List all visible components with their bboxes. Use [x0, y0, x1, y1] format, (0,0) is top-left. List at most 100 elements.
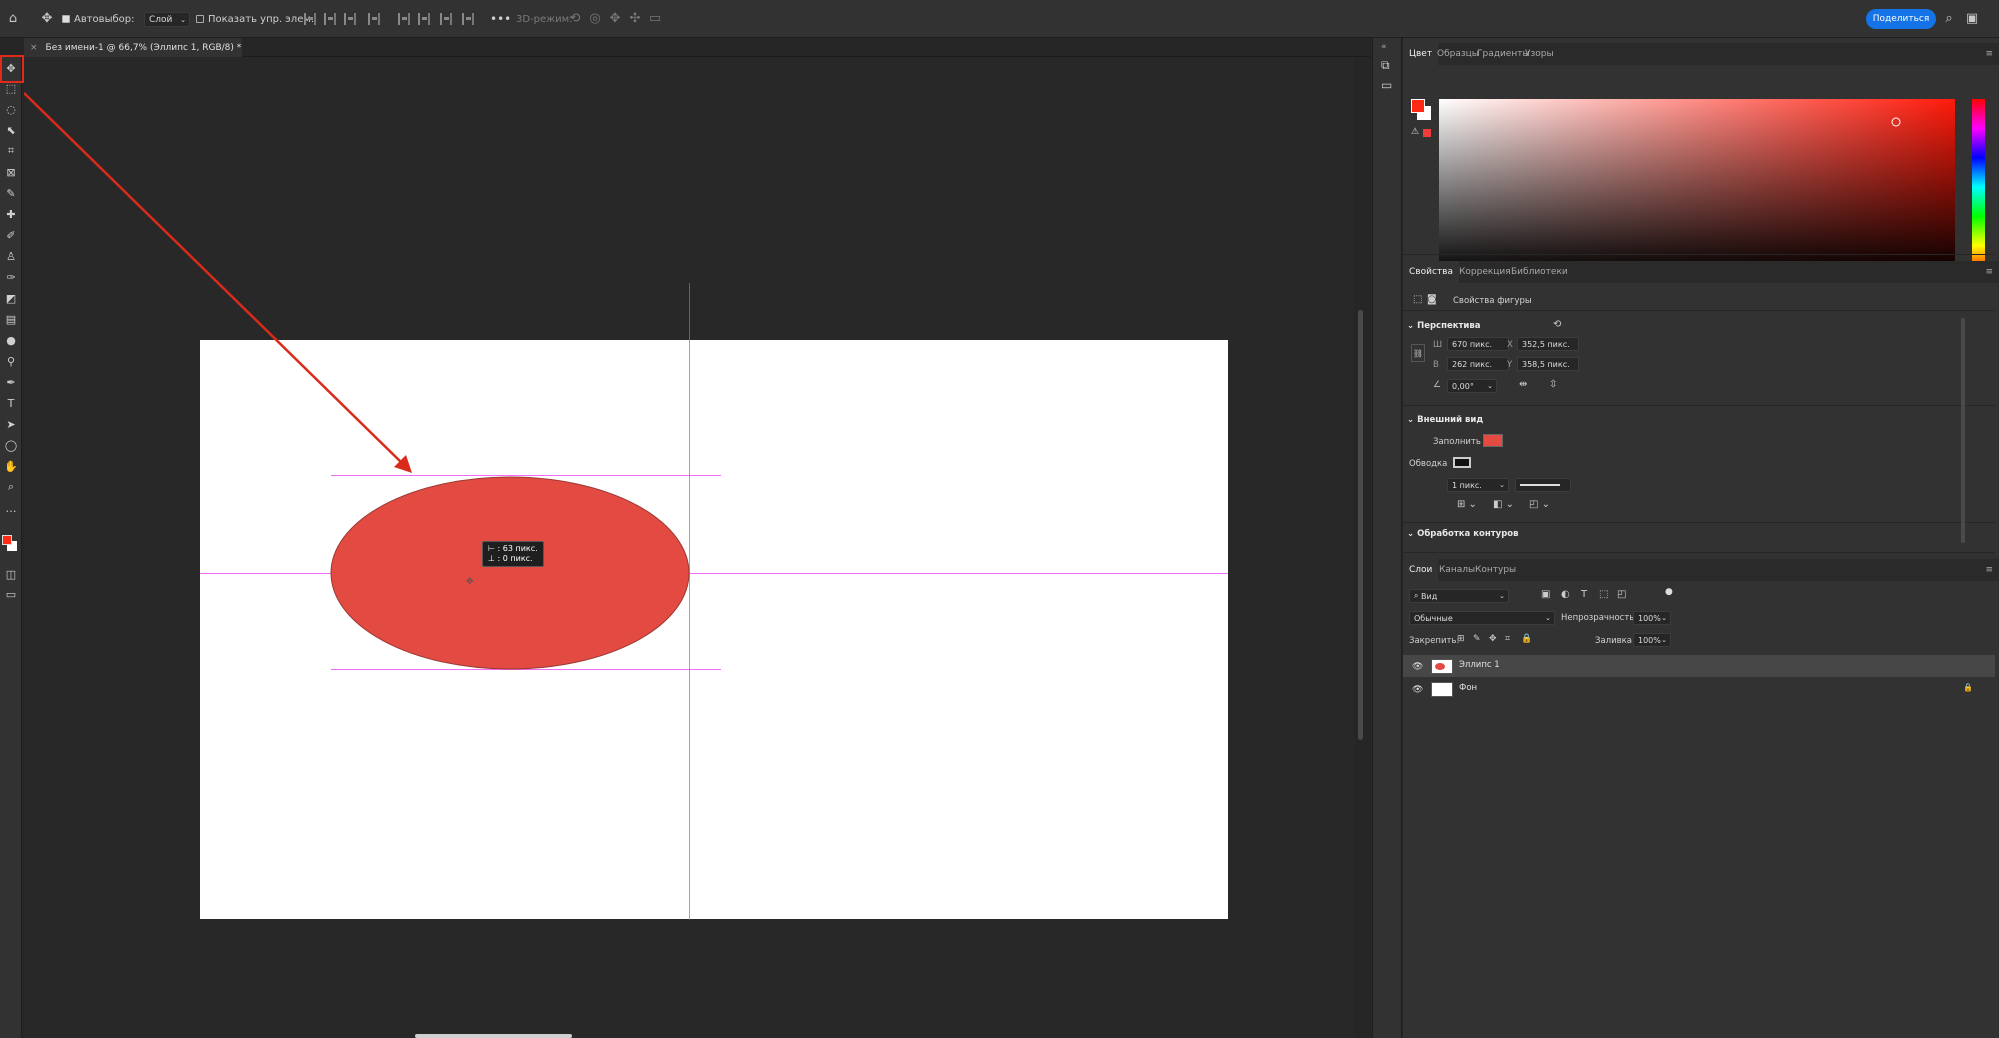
align-left-icon[interactable] — [304, 13, 316, 25]
flip-horizontal-icon[interactable]: ⇹ — [1519, 379, 1527, 390]
pan-3d-icon[interactable]: ✥ — [606, 9, 624, 27]
quick-mask-icon[interactable]: ◫ — [0, 565, 22, 583]
pen-tool-icon[interactable]: ✒ — [0, 373, 22, 391]
y-field[interactable]: 358,5 пикс. — [1517, 357, 1579, 371]
workspace-icon[interactable]: ▣ — [1963, 9, 1981, 27]
blur-tool-icon[interactable]: ● — [0, 331, 22, 349]
lock-artboard-icon[interactable]: ⌗ — [1505, 634, 1510, 644]
filter-type-icon[interactable]: T — [1581, 589, 1587, 600]
ellipse-shape[interactable] — [329, 475, 691, 671]
document-tab[interactable]: × Без имени-1 @ 66,7% (Эллипс 1, RGB/8) … — [24, 38, 242, 57]
more-tools-icon[interactable]: … — [0, 499, 22, 517]
distribute-icon[interactable] — [368, 13, 380, 25]
more-options-icon[interactable]: ••• — [490, 0, 511, 38]
crop-tool-icon[interactable]: ⌗ — [0, 142, 22, 160]
object-select-tool-icon[interactable]: ⬉ — [0, 121, 22, 139]
align-top-icon[interactable] — [398, 13, 410, 25]
comments-panel-icon[interactable]: ▭ — [1381, 78, 1392, 92]
stroke-width-field[interactable]: 1 пикс. ⌄ — [1447, 478, 1509, 492]
tab-patterns[interactable]: Узоры — [1519, 43, 1560, 65]
history-brush-tool-icon[interactable]: ✑ — [0, 268, 22, 286]
lock-pixels-icon[interactable]: ✎ — [1473, 634, 1481, 644]
camera-3d-icon[interactable]: ▭ — [646, 9, 664, 27]
frame-tool-icon[interactable]: ⊠ — [0, 163, 22, 181]
zoom-tool-icon[interactable]: ⌕ — [0, 478, 22, 496]
filter-shape-icon[interactable]: ⬚ — [1599, 589, 1608, 600]
eyedropper-tool-icon[interactable]: ✎ — [0, 184, 22, 202]
healing-tool-icon[interactable]: ✚ — [0, 205, 22, 223]
filter-toggle-icon[interactable]: ● — [1665, 587, 1673, 597]
move-tool-preset-icon[interactable]: ✥ — [38, 9, 56, 27]
x-field[interactable]: 352,5 пикс. — [1517, 337, 1579, 351]
blend-mode-dropdown[interactable]: Обычные ⌄ — [1409, 611, 1555, 625]
filter-pixel-icon[interactable]: ▣ — [1541, 589, 1550, 600]
tab-libraries[interactable]: Библиотеки — [1505, 261, 1574, 283]
home-icon[interactable]: ⌂ — [4, 9, 22, 27]
angle-field[interactable]: 0,00° ⌄ — [1447, 379, 1497, 393]
type-tool-icon[interactable]: T — [0, 394, 22, 412]
slide-3d-icon[interactable]: ✣ — [626, 9, 644, 27]
brush-tool-icon[interactable]: ✐ — [0, 226, 22, 244]
width-field[interactable]: 670 пикс. — [1447, 337, 1509, 351]
horizontal-scrollbar[interactable] — [415, 1034, 572, 1038]
hand-tool-icon[interactable]: ✋ — [0, 457, 22, 475]
align-bottom-icon[interactable] — [440, 13, 452, 25]
orbit-3d-icon[interactable]: ⟲ — [566, 9, 584, 27]
filter-smart-object-icon[interactable]: ◰ — [1617, 589, 1626, 600]
height-field[interactable]: 262 пикс. — [1447, 357, 1509, 371]
stroke-type-dropdown[interactable] — [1515, 478, 1571, 492]
path-ops-section-header[interactable]: ⌄ Обработка контуров — [1407, 529, 1519, 539]
align-middle-icon[interactable] — [418, 13, 430, 25]
panel-menu-icon[interactable]: ≡ — [1985, 267, 1993, 277]
vertical-scrollbar[interactable] — [1358, 310, 1363, 740]
foreground-color-swatch[interactable] — [2, 535, 12, 545]
auto-select-checkbox[interactable]: Автовыбор: — [62, 0, 134, 38]
stroke-corners-icon[interactable]: ◰ ⌄ — [1529, 499, 1550, 510]
auto-select-dropdown[interactable]: Слой ⌄ — [144, 12, 190, 27]
layer-row[interactable]: 👁 Фон 🔒 — [1403, 678, 1995, 700]
path-select-tool-icon[interactable]: ➤ — [0, 415, 22, 433]
gamut-color-swatch[interactable] — [1423, 129, 1431, 137]
history-panel-icon[interactable]: ⧉ — [1381, 58, 1390, 73]
lasso-tool-icon[interactable]: ◌ — [0, 100, 22, 118]
roll-3d-icon[interactable]: ◎ — [586, 9, 604, 27]
panel-menu-icon[interactable]: ≡ — [1985, 565, 1993, 575]
link-dimensions-icon[interactable]: ⛓ — [1411, 344, 1425, 362]
distribute-vertical-icon[interactable] — [462, 13, 474, 25]
dodge-tool-icon[interactable]: ⚲ — [0, 352, 22, 370]
tab-paths[interactable]: Контуры — [1469, 559, 1522, 581]
fill-color-swatch[interactable] — [1483, 434, 1503, 447]
ellipse-tool-icon[interactable]: ◯ — [0, 436, 22, 454]
visibility-eye-icon[interactable]: 👁 — [1412, 662, 1423, 672]
share-button[interactable]: Поделиться — [1866, 9, 1936, 29]
lock-position-icon[interactable]: ✥ — [1489, 634, 1497, 644]
stroke-align-icon[interactable]: ⊞ ⌄ — [1457, 499, 1477, 510]
reset-icon[interactable]: ⟲ — [1553, 319, 1561, 330]
lock-all-icon[interactable]: 🔒 — [1521, 634, 1532, 644]
flip-vertical-icon[interactable]: ⇳ — [1549, 379, 1557, 390]
lock-transparent-icon[interactable]: ⊞ — [1457, 634, 1465, 644]
transform-section-header[interactable]: ⌄ Перспектива — [1407, 321, 1481, 331]
appearance-section-header[interactable]: ⌄ Внешний вид — [1407, 415, 1483, 425]
show-transform-checkbox[interactable]: Показать упр. элем. — [196, 0, 314, 38]
visibility-eye-icon[interactable]: 👁 — [1412, 685, 1423, 695]
color-picker-field[interactable] — [1439, 99, 1955, 275]
eraser-tool-icon[interactable]: ◩ — [0, 289, 22, 307]
properties-scrollbar[interactable] — [1961, 318, 1965, 543]
collapse-icon[interactable]: « — [1381, 42, 1387, 52]
tab-properties[interactable]: Свойства — [1403, 261, 1459, 283]
panel-menu-icon[interactable]: ≡ — [1985, 49, 1993, 59]
align-center-icon[interactable] — [324, 13, 336, 25]
search-icon[interactable]: ⌕ — [1940, 9, 1958, 27]
gradient-tool-icon[interactable]: ▤ — [0, 310, 22, 328]
layer-row[interactable]: 👁 Эллипс 1 — [1403, 655, 1995, 677]
foreground-color-swatch[interactable] — [1411, 99, 1425, 113]
filter-adjustment-icon[interactable]: ◐ — [1561, 589, 1570, 600]
screen-mode-icon[interactable]: ▭ — [0, 585, 22, 603]
align-right-icon[interactable] — [344, 13, 356, 25]
hue-slider[interactable] — [1972, 99, 1985, 275]
layer-filter-dropdown[interactable]: ⌕ Вид ⌄ — [1409, 589, 1509, 603]
stroke-color-swatch[interactable] — [1453, 457, 1471, 468]
fill-opacity-field[interactable]: 100% ⌄ — [1633, 633, 1671, 647]
stamp-tool-icon[interactable]: ♙ — [0, 247, 22, 265]
